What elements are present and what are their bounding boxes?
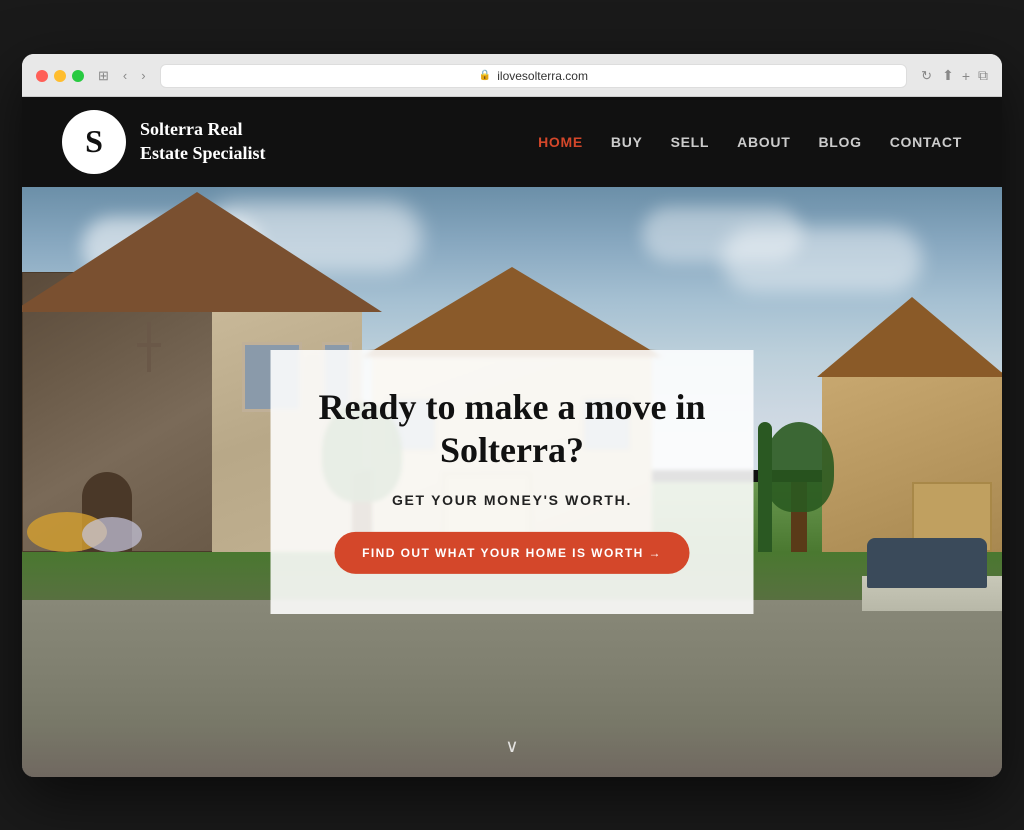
address-bar[interactable]: 🔒 ilovesolterra.com [160, 64, 908, 88]
hero-overlay-panel: Ready to make a move in Solterra? GET YO… [271, 349, 754, 613]
minimize-button[interactable] [54, 70, 66, 82]
logo-icon: S [62, 110, 126, 174]
nav-blog[interactable]: BLOG [818, 134, 861, 150]
website-content: S Solterra Real Estate Specialist HOME B… [22, 97, 1002, 777]
logo-area[interactable]: S Solterra Real Estate Specialist [62, 110, 266, 174]
nav-links: HOME BUY SELL ABOUT BLOG CONTACT [538, 134, 962, 150]
hero-section: Ready to make a move in Solterra? GET YO… [22, 187, 1002, 777]
maximize-button[interactable] [72, 70, 84, 82]
nav-sell[interactable]: SELL [671, 134, 710, 150]
hero-subtitle: GET YOUR MONEY'S WORTH. [319, 492, 706, 508]
url-text: ilovesolterra.com [497, 69, 588, 83]
car [867, 538, 987, 588]
tabs-icon[interactable]: ⧉ [978, 67, 988, 84]
hero-title: Ready to make a move in Solterra? [319, 385, 706, 471]
cross-horizontal [137, 343, 161, 347]
house-right-roof [817, 297, 1002, 377]
cloud-4 [642, 207, 802, 262]
traffic-lights [36, 70, 84, 82]
forward-button[interactable]: › [137, 66, 149, 85]
close-button[interactable] [36, 70, 48, 82]
add-tab-icon[interactable]: + [962, 68, 970, 84]
nav-home[interactable]: HOME [538, 134, 583, 150]
browser-window: ⊞ ‹ › 🔒 ilovesolterra.com ↻ ⬆ + ⧉ S So [22, 54, 1002, 777]
nav-about[interactable]: ABOUT [737, 134, 790, 150]
house-left-roof [22, 192, 382, 312]
logo-text: Solterra Real Estate Specialist [140, 118, 266, 165]
nav-contact[interactable]: CONTACT [890, 134, 962, 150]
nav-buy[interactable]: BUY [611, 134, 643, 150]
browser-actions: ⬆ + ⧉ [942, 67, 988, 84]
scroll-indicator[interactable]: ∨ [505, 736, 518, 757]
browser-chrome: ⊞ ‹ › 🔒 ilovesolterra.com ↻ ⬆ + ⧉ [22, 54, 1002, 97]
main-navigation: S Solterra Real Estate Specialist HOME B… [22, 97, 1002, 187]
house-center-roof [362, 267, 662, 357]
lock-icon: 🔒 [479, 70, 491, 81]
cypress-tree [758, 422, 772, 552]
cta-button[interactable]: FIND OUT WHAT YOUR HOME IS WORTH → [334, 532, 690, 574]
tree-top-2 [764, 422, 834, 512]
cross-vertical [147, 322, 151, 372]
back-button[interactable]: ‹ [119, 66, 131, 85]
refresh-icon[interactable]: ↻ [921, 68, 932, 84]
share-icon[interactable]: ⬆ [942, 67, 954, 84]
grid-icon[interactable]: ⊞ [94, 66, 113, 86]
browser-nav-controls: ⊞ ‹ › [94, 66, 150, 86]
